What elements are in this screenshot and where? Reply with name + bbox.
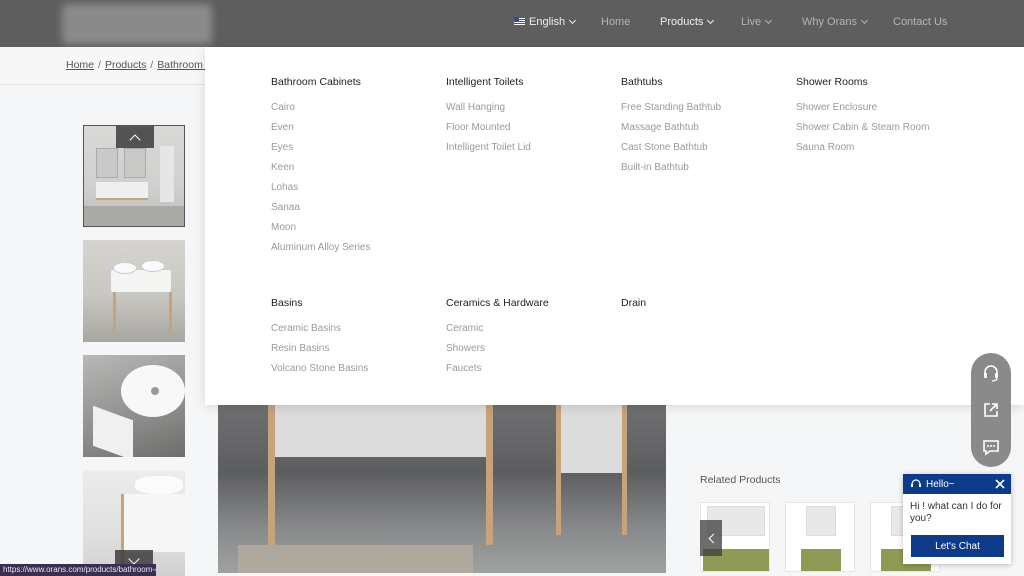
chevron-down-icon [128, 553, 140, 565]
chevron-up-icon [129, 133, 141, 146]
thumbnail-4[interactable] [83, 470, 185, 576]
related-product-2[interactable] [785, 502, 855, 572]
breadcrumb-home[interactable]: Home [66, 59, 94, 71]
menu-item[interactable]: Shower Enclosure [796, 102, 929, 122]
breadcrumb-products[interactable]: Products [105, 59, 146, 71]
us-flag-icon [514, 17, 525, 25]
menu-item[interactable]: Eyes [271, 142, 370, 162]
thumbnail-3[interactable] [83, 355, 185, 457]
side-toolbar [971, 353, 1011, 467]
menu-category-title[interactable]: Bathroom Cabinets [271, 76, 370, 102]
browser-status-bar: https://www.orans.com/products/bathroom-… [0, 564, 156, 576]
menu-item[interactable]: Cairo [271, 102, 370, 122]
thumbnail-2[interactable] [83, 240, 185, 342]
menu-category-title[interactable]: Bathtubs [621, 76, 721, 102]
share-icon[interactable] [982, 401, 1000, 419]
menu-item[interactable]: Massage Bathtub [621, 122, 721, 142]
menu-column-intelligent-toilets: Intelligent Toilets Wall Hanging Floor M… [446, 76, 531, 162]
menu-item[interactable]: Faucets [446, 363, 549, 383]
chevron-down-icon [707, 16, 715, 25]
menu-item[interactable]: Sauna Room [796, 142, 929, 162]
related-products-title: Related Products [700, 474, 781, 486]
menu-item[interactable]: Showers [446, 343, 549, 363]
message-icon[interactable] [982, 438, 1000, 456]
menu-column-ceramics-hardware: Ceramics & Hardware Ceramic Showers Fauc… [446, 297, 549, 383]
headset-icon [911, 479, 921, 487]
chevron-down-icon [860, 16, 869, 25]
menu-column-bathroom-cabinets: Bathroom Cabinets Cairo Even Eyes Keen L… [271, 76, 370, 262]
menu-item[interactable]: Shower Cabin & Steam Room [796, 122, 929, 142]
menu-category-title[interactable]: Ceramics & Hardware [446, 297, 549, 323]
chat-header: Hello~ [903, 474, 1011, 494]
nav-live[interactable]: Live [741, 16, 773, 28]
site-logo[interactable] [62, 4, 212, 44]
breadcrumb: Home / Products / Bathroom C [66, 59, 214, 71]
lets-chat-button[interactable]: Let's Chat [911, 535, 1004, 557]
menu-column-bathtubs: Bathtubs Free Standing Bathtub Massage B… [621, 76, 721, 182]
menu-category-title[interactable]: Drain [621, 297, 646, 323]
related-prev-button[interactable] [700, 520, 722, 556]
language-selector[interactable]: English [514, 16, 577, 28]
chevron-down-icon [569, 16, 577, 25]
nav-home[interactable]: Home [601, 16, 630, 28]
nav-contact-us[interactable]: Contact Us [893, 16, 947, 28]
site-header: English Home Products Live Why Orans Con… [0, 0, 1024, 47]
nav-why-orans[interactable]: Why Orans [802, 16, 869, 28]
menu-item[interactable]: Volcano Stone Basins [271, 363, 368, 383]
headset-icon[interactable] [982, 364, 1000, 382]
menu-column-drain: Drain [621, 297, 646, 323]
menu-column-basins: Basins Ceramic Basins Resin Basins Volca… [271, 297, 368, 383]
menu-item[interactable]: Cast Stone Bathtub [621, 142, 721, 162]
menu-category-title[interactable]: Intelligent Toilets [446, 76, 531, 102]
chat-message: Hi ! what can I do for you? [910, 501, 1002, 524]
menu-item[interactable]: Even [271, 122, 370, 142]
menu-item[interactable]: Lohas [271, 182, 370, 202]
chevron-left-icon [708, 533, 718, 543]
menu-item[interactable]: Wall Hanging [446, 102, 531, 122]
menu-item[interactable]: Keen [271, 162, 370, 182]
menu-item[interactable]: Ceramic Basins [271, 323, 368, 343]
close-icon[interactable] [994, 478, 1006, 490]
menu-item[interactable]: Resin Basins [271, 343, 368, 363]
main-product-image [218, 405, 666, 573]
thumbnail-prev-button[interactable] [116, 126, 154, 148]
menu-item[interactable]: Free Standing Bathtub [621, 102, 721, 122]
language-label: English [529, 16, 566, 28]
menu-item[interactable]: Sanaa [271, 202, 370, 222]
products-mega-menu: Bathroom Cabinets Cairo Even Eyes Keen L… [205, 47, 1024, 405]
chat-widget: Hello~ Hi ! what can I do for you? Let's… [903, 474, 1011, 564]
nav-products[interactable]: Products [660, 16, 715, 28]
menu-item[interactable]: Aluminum Alloy Series [271, 242, 370, 262]
thumbnail-1[interactable] [83, 125, 185, 227]
menu-column-shower-rooms: Shower Rooms Shower Enclosure Shower Cab… [796, 76, 929, 162]
menu-category-title[interactable]: Basins [271, 297, 368, 323]
menu-item[interactable]: Floor Mounted [446, 122, 531, 142]
menu-item[interactable]: Moon [271, 222, 370, 242]
menu-category-title[interactable]: Shower Rooms [796, 76, 929, 102]
chevron-down-icon [765, 16, 773, 25]
menu-item[interactable]: Ceramic [446, 323, 549, 343]
chat-greeting: Hello~ [926, 478, 955, 490]
menu-item[interactable]: Built-in Bathtub [621, 162, 721, 182]
menu-item[interactable]: Intelligent Toilet Lid [446, 142, 531, 162]
